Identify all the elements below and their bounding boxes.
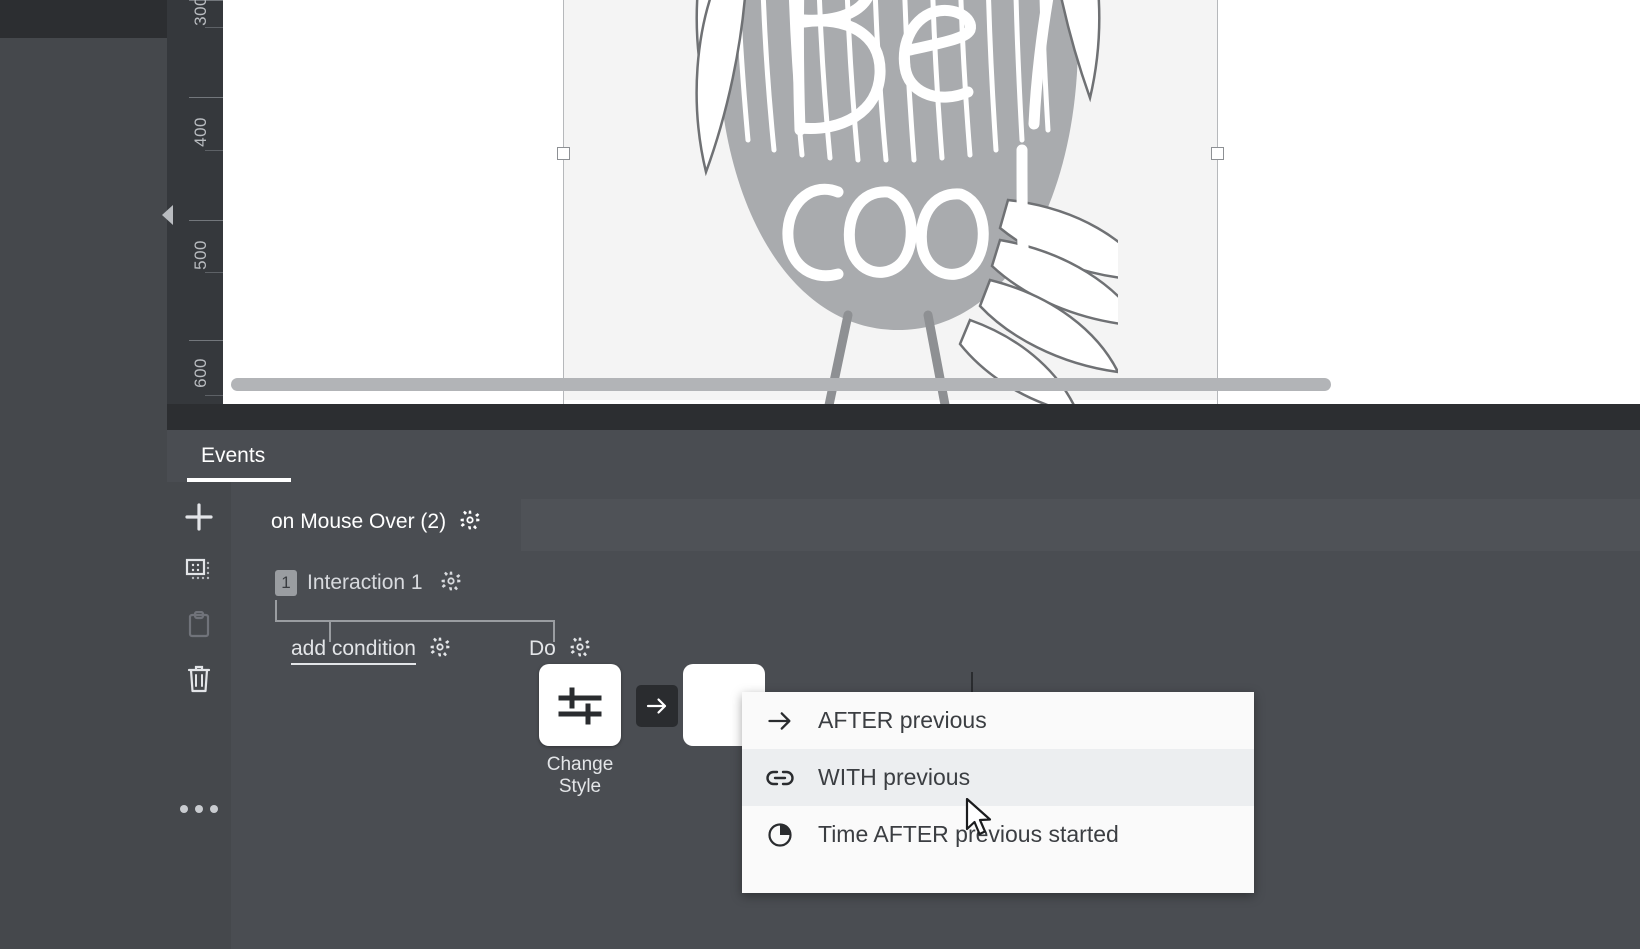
action-card-change-style[interactable] [539, 664, 621, 746]
add-event-button[interactable] [167, 490, 231, 544]
do-settings-gear-icon[interactable] [570, 637, 590, 663]
ellipsis-icon [180, 805, 188, 813]
selection-guide-left [563, 0, 564, 404]
menu-item-label: AFTER previous [818, 707, 987, 733]
do-row[interactable]: Do [529, 637, 590, 663]
link-icon [742, 763, 818, 793]
flow-timing-button[interactable] [636, 685, 678, 727]
delete-button[interactable] [167, 652, 231, 706]
interaction-tree-connector [275, 600, 575, 642]
interaction-row[interactable]: 1 Interaction 1 [275, 570, 461, 596]
interaction-settings-gear-icon[interactable] [441, 571, 461, 596]
ruler-label-500: 500 [191, 240, 210, 270]
event-header-panel [521, 499, 1640, 551]
plus-icon [185, 503, 213, 531]
ruler-label-400: 400 [191, 117, 210, 147]
selection-handle-right[interactable] [1211, 147, 1224, 160]
ruler-label-300: 300 [191, 0, 210, 26]
events-content: on Mouse Over (2) 1 Interaction 1 add co… [231, 482, 1640, 949]
tab-events[interactable]: Events [191, 440, 275, 472]
ruler-label-600: 600 [191, 358, 210, 388]
interaction-number-badge: 1 [275, 570, 297, 596]
canvas-bottom-strip [167, 404, 1640, 430]
timing-dropdown-menu[interactable]: AFTER previous WITH previous Time AFTER … [742, 692, 1254, 893]
arrow-right-icon [742, 707, 818, 735]
event-settings-gear-icon[interactable] [460, 510, 480, 536]
vertical-ruler[interactable]: 300 400 500 600 [178, 0, 223, 404]
add-condition-row[interactable]: add condition [291, 637, 450, 665]
clock-pie-icon [742, 821, 818, 849]
menu-item-with-previous[interactable]: WITH previous [742, 749, 1254, 806]
condition-settings-gear-icon[interactable] [430, 637, 450, 663]
mouse-cursor [965, 798, 992, 836]
menu-item-label: WITH previous [818, 764, 971, 790]
left-panel-body [0, 38, 167, 949]
left-panel-header [0, 0, 167, 38]
duplicate-icon [185, 558, 210, 580]
add-condition-label[interactable]: add condition [291, 637, 416, 665]
app-window: 300 400 500 600 Events on Mouse Over (2)… [0, 0, 1640, 949]
action-label-line2: Style [558, 776, 602, 797]
selection-handle-left[interactable] [557, 147, 570, 160]
events-toolbar-rail [167, 482, 231, 949]
menu-item-time-after-previous-started[interactable]: Time AFTER previous started [742, 806, 1254, 863]
arrow-right-icon [646, 698, 667, 714]
more-options-button[interactable] [167, 782, 231, 836]
event-title-label: on Mouse Over (2) [271, 510, 447, 533]
action-label-line1: Change [546, 754, 614, 775]
collapse-left-panel-handle[interactable] [162, 205, 173, 225]
trash-icon [187, 665, 211, 693]
duplicate-button[interactable] [167, 544, 231, 598]
events-panel: Events on Mouse Over (2) 1 Interaction 1… [167, 430, 1640, 949]
interaction-label: Interaction 1 [307, 571, 423, 594]
action-card-label: Change Style [519, 754, 641, 798]
events-tabbar: Events [167, 430, 1640, 482]
sliders-icon [558, 687, 602, 725]
paste-button[interactable] [167, 598, 231, 652]
canvas-horizontal-scrollbar[interactable] [231, 378, 1331, 391]
event-title-row[interactable]: on Mouse Over (2) [271, 510, 480, 536]
owl-illustration[interactable] [678, 0, 1118, 404]
clipboard-icon [188, 611, 210, 638]
menu-item-after-previous[interactable]: AFTER previous [742, 692, 1254, 749]
do-label: Do [529, 637, 556, 660]
selection-guide-right [1217, 0, 1218, 404]
design-canvas[interactable] [223, 0, 1640, 404]
